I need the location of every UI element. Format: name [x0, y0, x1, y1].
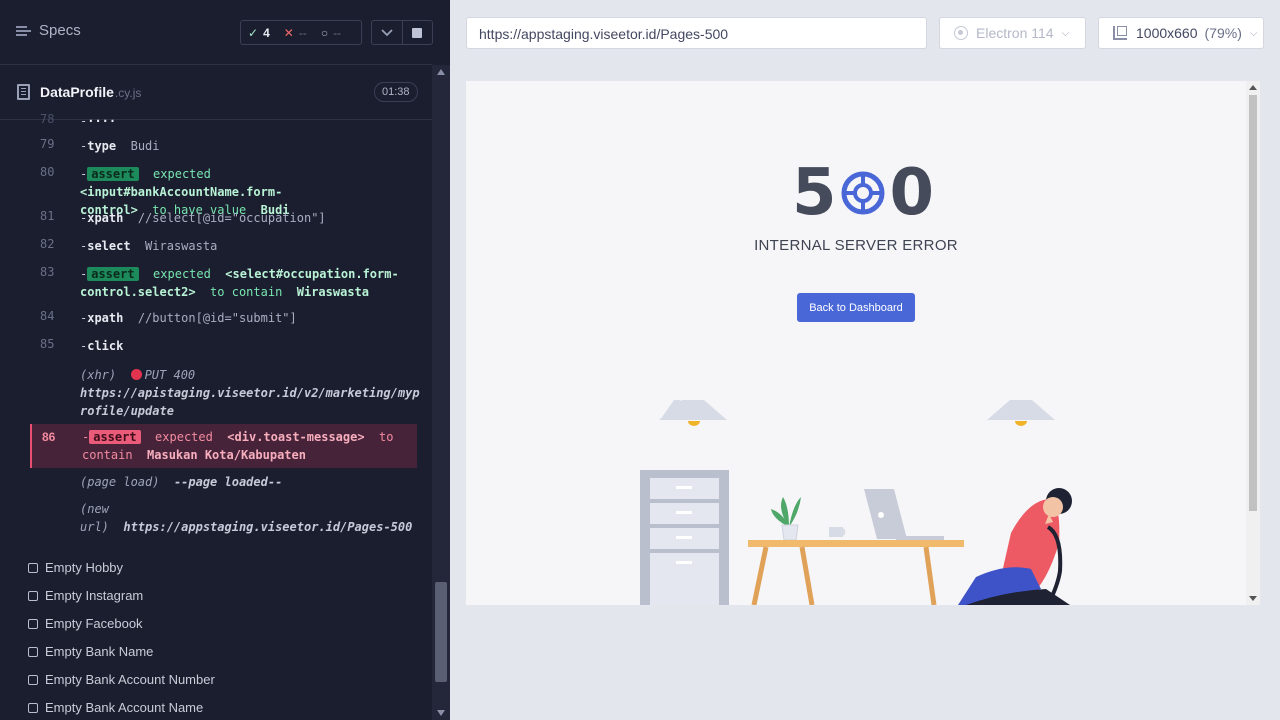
passed-count: 4 [263, 25, 270, 40]
browser-selector[interactable]: Electron 114 ⌵ [939, 17, 1086, 49]
specs-toggle[interactable]: Specs [16, 22, 81, 39]
test-item[interactable]: Empty Bank Account Name [28, 700, 203, 715]
command-log: 78 -···· 79 -type Budi 80 - assert expect… [30, 112, 420, 540]
chevron-down-icon: ⌵ [1061, 27, 1070, 39]
stop-icon [412, 27, 423, 38]
life-ring-icon [841, 171, 885, 215]
aut-iframe: 5 0 INTERNAL SERVER ERROR Back to Dashbo… [466, 81, 1260, 605]
scrollbar-thumb[interactable] [435, 582, 447, 682]
spec-duration: 01:38 [374, 82, 418, 102]
command-name: click [87, 339, 124, 353]
pending-test-icon [28, 590, 38, 601]
failed-count: -- [298, 25, 307, 40]
pending-test-icon [28, 646, 38, 657]
scroll-down-arrow-icon[interactable] [437, 710, 445, 716]
pending-test-icon [28, 562, 38, 573]
aut-scrollbar-thumb[interactable] [1249, 95, 1257, 511]
assert-badge: assert [89, 430, 141, 444]
command-log-scrollbar[interactable] [432, 65, 450, 720]
cypress-runner-panel: Specs ✓ 4 ✕ -- ○ -- DataProfile.cy.js 01… [0, 0, 450, 720]
command-name: type [87, 139, 117, 153]
error-code: 5 0 [792, 156, 935, 230]
x-icon: ✕ [283, 25, 294, 40]
chevron-down-icon: ⌵ [1249, 27, 1258, 39]
command-number: 83 [40, 265, 55, 279]
pending-test-icon [28, 674, 38, 685]
test-item[interactable]: Empty Hobby [28, 560, 123, 575]
specs-label: Specs [39, 22, 81, 39]
xhr-error-dot-icon [130, 369, 142, 380]
runner-topbar: Specs ✓ 4 ✕ -- ○ -- [0, 0, 433, 65]
viewport-zoom: (79%) [1204, 25, 1242, 41]
aut-scrollbar[interactable] [1246, 81, 1260, 605]
pending-test-icon [28, 618, 38, 629]
aut-url-bar[interactable]: https://appstaging.viseetor.id/Pages-500 [466, 17, 927, 49]
test-stats: ✓ 4 ✕ -- ○ -- [240, 20, 362, 45]
error-digit-right: 0 [889, 156, 935, 230]
test-item[interactable]: Empty Instagram [28, 588, 143, 603]
command-number: 80 [40, 165, 55, 179]
command-name: select [87, 239, 131, 253]
command-name: xpath [87, 311, 124, 325]
chevron-down-icon [381, 28, 393, 36]
command-number: 79 [40, 137, 55, 151]
pending-test-icon [28, 702, 38, 713]
spec-name-text: DataProfile [40, 84, 114, 100]
error-digit-left: 5 [792, 156, 837, 230]
command-arg: //select[@id="occupation"] [137, 211, 326, 225]
command-number: 81 [40, 209, 55, 223]
failed-stat: ✕ -- [277, 26, 314, 40]
command-number: 82 [40, 237, 55, 251]
command-number: 85 [40, 337, 55, 351]
command-name: xpath [87, 211, 124, 225]
viewport-size: 1000x660 [1136, 25, 1198, 41]
check-icon: ✓ [248, 25, 259, 40]
collapse-button[interactable] [372, 21, 403, 44]
back-to-dashboard-button[interactable]: Back to Dashboard [797, 293, 915, 322]
electron-icon [954, 26, 968, 40]
aut-preview-panel: https://appstaging.viseetor.id/Pages-500… [450, 0, 1280, 720]
scroll-down-arrow-icon[interactable] [1249, 596, 1257, 601]
test-item[interactable]: Empty Facebook [28, 616, 143, 631]
runner-controls [371, 20, 433, 45]
pending-stat: ○ -- [314, 26, 348, 40]
failed-assert-row[interactable]: 86 - assert expected <div.toast-message> … [30, 424, 417, 468]
browser-label: Electron 114 [976, 25, 1054, 41]
scroll-up-arrow-icon[interactable] [437, 69, 445, 75]
specs-list-icon [16, 25, 31, 37]
pending-count: -- [333, 25, 342, 40]
command-number: 84 [40, 309, 55, 323]
viewport-selector[interactable]: 1000x660 (79%) ⌵ [1098, 17, 1264, 49]
test-item[interactable]: Empty Bank Name [28, 644, 153, 659]
command-arg: Budi [130, 139, 160, 153]
assert-badge: assert [87, 267, 139, 281]
spec-file-name[interactable]: DataProfile.cy.js [40, 84, 141, 100]
scroll-up-arrow-icon[interactable] [1249, 85, 1257, 90]
assert-badge: assert [87, 167, 139, 181]
command-arg: Wiraswasta [145, 239, 218, 253]
test-item[interactable]: Empty Bank Account Number [28, 672, 215, 687]
file-icon [17, 84, 30, 100]
passed-stat: ✓ 4 [241, 26, 277, 40]
pending-circle-icon: ○ [320, 25, 329, 40]
stop-button[interactable] [403, 21, 433, 44]
viewport-ruler-icon [1113, 26, 1127, 40]
error-title: INTERNAL SERVER ERROR [754, 237, 958, 254]
spec-ext-text: .cy.js [114, 86, 142, 100]
command-number: 86 [42, 430, 56, 444]
command-arg: //button[@id="submit"] [137, 311, 297, 325]
office-illustration [640, 400, 1072, 605]
